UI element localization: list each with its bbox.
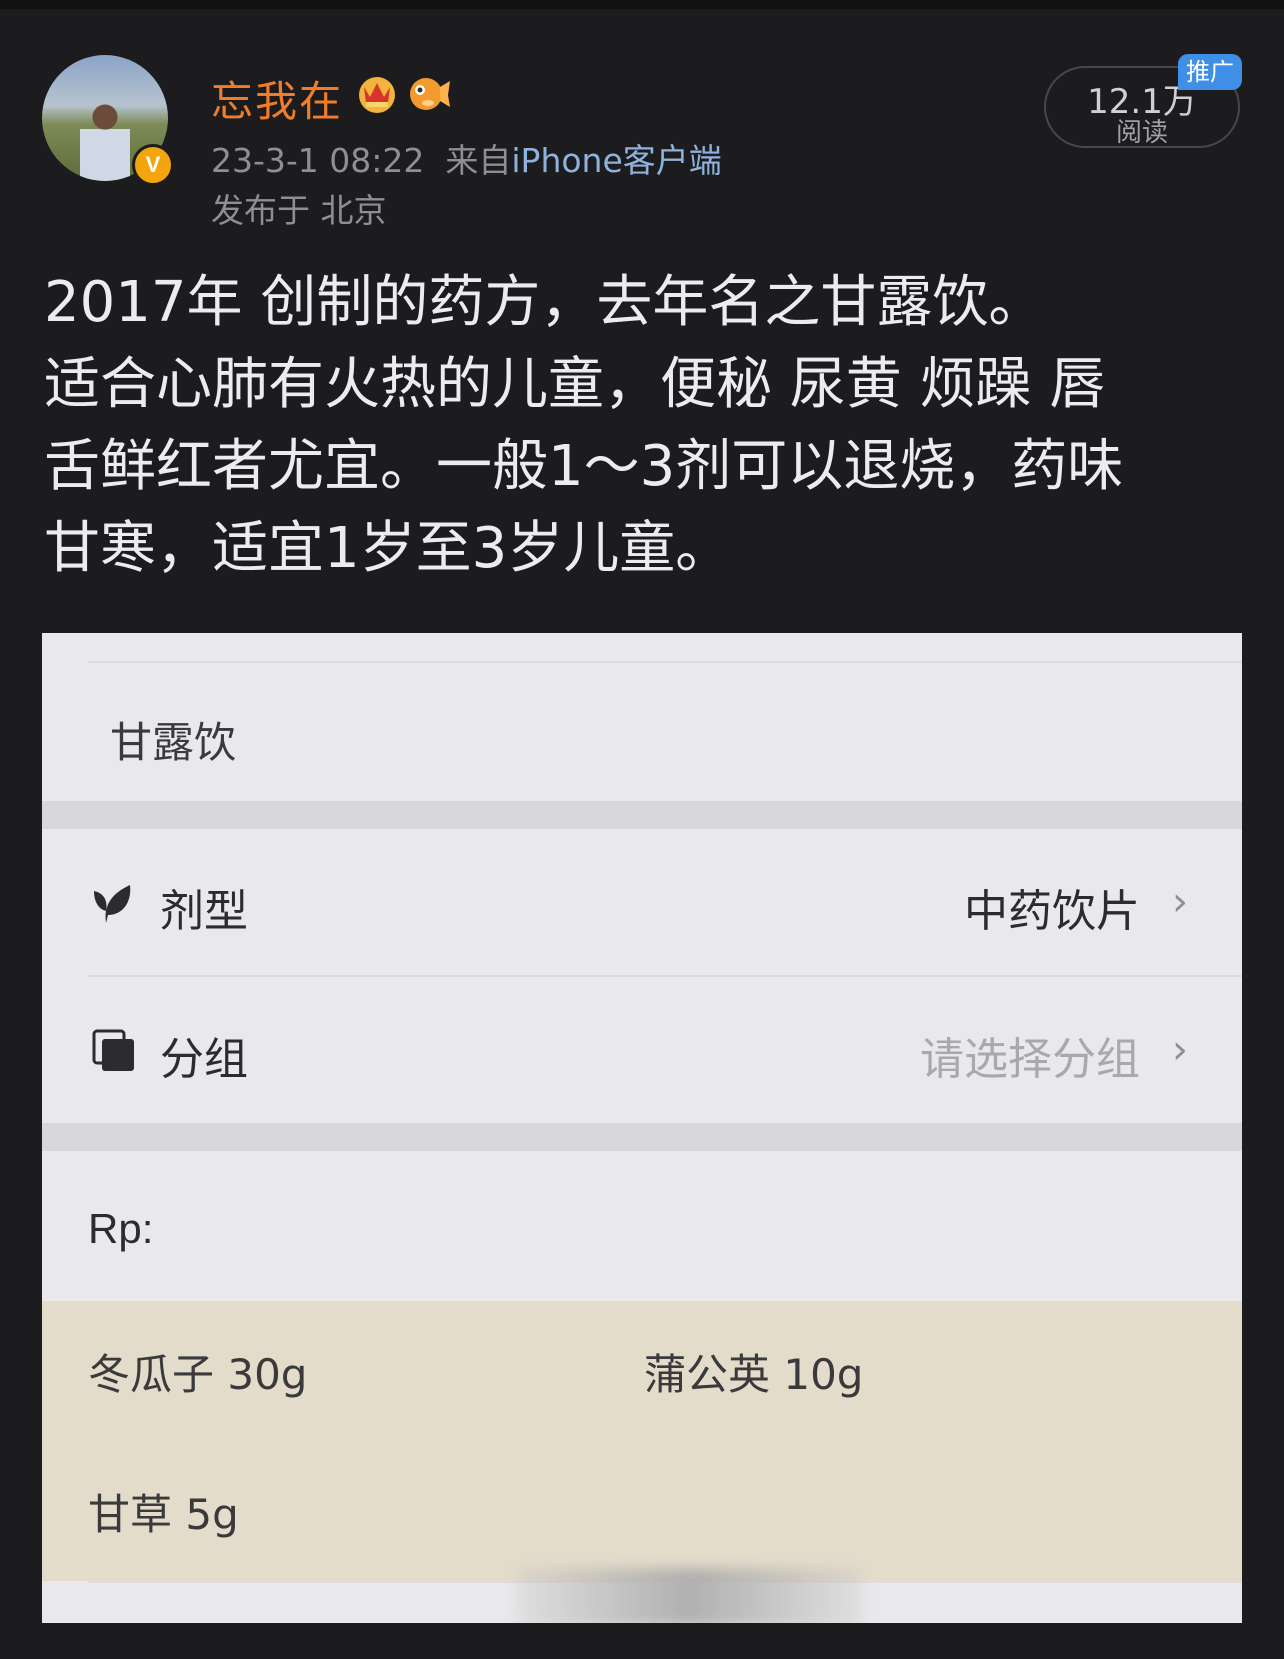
herb-item: 蒲公英 10g [644,1350,864,1399]
read-label: 阅读 [1115,118,1168,148]
crown-icon [359,77,395,113]
dosage-form-value[interactable]: 中药饮片 [964,875,1140,939]
herb-item: 甘草 5g [88,1490,239,1539]
herb-list: 冬瓜子 30g 蒲公英 10g 甘草 5g [42,1301,1242,1581]
source-prefix: 来自 [445,141,512,180]
top-divider [0,0,1284,9]
group-select[interactable]: 请选择分组 [920,1023,1140,1087]
verified-badge-icon: V [132,144,174,186]
source-link[interactable]: iPhone客户端 [511,141,721,180]
leaf-icon [94,885,131,923]
post-time: 23-3-1 08:22 [211,141,425,180]
chevron-right-icon[interactable]: › [1172,879,1188,925]
section-gap [42,801,1242,829]
post-location: 发布于 北京 [211,191,387,230]
stack-icon [92,1029,134,1071]
divider [88,975,1242,977]
avatar-person [80,103,130,181]
blurred-region [516,1568,862,1623]
pufferfish-icon [410,78,450,110]
prescription-name[interactable]: 甘露饮 [110,709,236,770]
author-name[interactable]: 忘我在 [211,68,343,129]
prescription-image[interactable]: 甘露饮 剂型 中药饮片 › 分组 请选择分组 › Rp: 冬瓜子 30g 蒲公英… [42,633,1242,1623]
group-label: 分组 [160,1034,248,1085]
post-line: 2017年 创制的药方，去年名之甘露饮。 [44,270,1045,335]
post-line: 甘寒，适宜1岁至3岁儿童。 [44,516,732,581]
promo-tag: 推广 [1178,54,1242,90]
dosage-form-label: 剂型 [160,886,248,937]
post-body: 2017年 创制的药方，去年名之甘露饮。 适合心肺有火热的儿童，便秘 尿黄 烦躁… [44,262,1244,590]
post-meta: 23-3-1 08:22 来自iPhone客户端 [211,134,722,182]
divider [88,661,1242,663]
herb-item: 冬瓜子 30g [88,1350,308,1399]
post-line: 舌鲜红者尤宜。一般1～3剂可以退烧，药味 [44,434,1124,499]
post-line: 适合心肺有火热的儿童，便秘 尿黄 烦躁 唇 [44,352,1106,417]
section-gap [42,1123,1242,1151]
rp-label: Rp: [88,1205,154,1252]
chevron-right-icon[interactable]: › [1172,1027,1188,1073]
